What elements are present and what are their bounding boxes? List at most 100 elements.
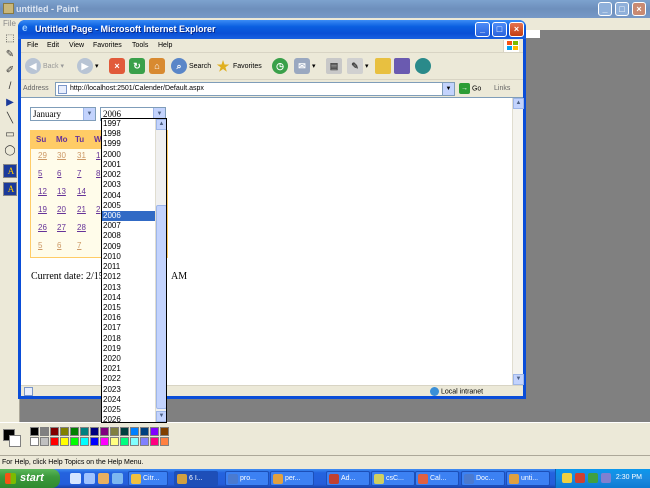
calendar-day[interactable]: 21: [77, 205, 95, 214]
month-dropdown-arrow-icon[interactable]: ▼: [83, 108, 95, 120]
free-select-tool-icon[interactable]: ⬚: [3, 32, 17, 46]
palette-color-swatch[interactable]: [150, 427, 159, 436]
edit-button[interactable]: ✎ ▾: [347, 57, 368, 76]
ie-minimize-button[interactable]: _: [475, 22, 490, 37]
address-dropdown-icon[interactable]: ▼: [442, 83, 454, 95]
menu-tools[interactable]: Tools: [132, 42, 148, 49]
year-option[interactable]: 2005: [102, 201, 156, 211]
messenger-button[interactable]: [415, 57, 431, 76]
year-option[interactable]: 1997: [102, 119, 156, 129]
taskbar-button[interactable]: unti...: [506, 471, 550, 486]
palette-color-swatch[interactable]: [90, 427, 99, 436]
calendar-day[interactable]: 19: [38, 205, 56, 214]
month-select[interactable]: January ▼: [30, 107, 96, 121]
taskbar-button[interactable]: Cal...: [415, 471, 459, 486]
start-button[interactable]: start: [0, 469, 60, 488]
forward-button[interactable]: ▶ ▾: [77, 57, 98, 76]
print-button[interactable]: ▤: [326, 57, 342, 76]
taskbar-button[interactable]: 6 I...: [174, 471, 218, 486]
year-option[interactable]: 2009: [102, 242, 156, 252]
calendar-day[interactable]: 7: [77, 241, 95, 250]
calendar-day[interactable]: 6: [57, 169, 75, 178]
home-button[interactable]: ⌂: [149, 57, 165, 76]
year-option[interactable]: 2004: [102, 191, 156, 201]
year-option[interactable]: 2017: [102, 323, 156, 333]
year-option[interactable]: 2025: [102, 405, 156, 415]
calendar-day[interactable]: 20: [57, 205, 75, 214]
address-input[interactable]: http://localhost:2501/Calender/Default.a…: [55, 82, 455, 96]
year-option[interactable]: 2006: [102, 210, 156, 222]
year-option[interactable]: 2008: [102, 231, 156, 241]
year-scroll-down-arrow-icon[interactable]: ▼: [156, 411, 166, 422]
scroll-up-arrow-icon[interactable]: ▲: [513, 98, 524, 109]
quicklaunch-desktop-icon[interactable]: [84, 473, 95, 484]
year-option[interactable]: 2015: [102, 303, 156, 313]
palette-color-swatch[interactable]: [110, 437, 119, 446]
palette-color-swatch[interactable]: [100, 427, 109, 436]
palette-color-swatch[interactable]: [150, 437, 159, 446]
palette-color-swatch[interactable]: [120, 437, 129, 446]
year-option[interactable]: 2002: [102, 170, 156, 180]
palette-color-swatch[interactable]: [160, 427, 169, 436]
text-option-icon[interactable]: A: [3, 182, 17, 196]
year-option[interactable]: 2007: [102, 221, 156, 231]
calendar-day[interactable]: 28: [77, 223, 95, 232]
year-option[interactable]: 2000: [102, 150, 156, 160]
calendar-day[interactable]: 7: [77, 169, 95, 178]
calendar-day[interactable]: 12: [38, 187, 56, 196]
year-option[interactable]: 2013: [102, 283, 156, 293]
palette-color-swatch[interactable]: [30, 437, 39, 446]
palette-color-swatch[interactable]: [90, 437, 99, 446]
quicklaunch-media-icon[interactable]: [98, 473, 109, 484]
paint-minimize-button[interactable]: _: [598, 2, 612, 16]
rectangle-tool-icon[interactable]: ▭: [3, 128, 17, 142]
research-button[interactable]: [394, 57, 410, 76]
taskbar-button[interactable]: csC...: [371, 471, 415, 486]
year-option[interactable]: 2020: [102, 354, 156, 364]
fill-tool-icon[interactable]: ▶: [3, 96, 17, 110]
calendar-day[interactable]: 27: [57, 223, 75, 232]
calendar-day[interactable]: 5: [38, 241, 56, 250]
background-color-swatch[interactable]: [9, 435, 21, 447]
palette-color-swatch[interactable]: [110, 427, 119, 436]
links-toolbar[interactable]: Links: [494, 85, 510, 92]
taskbar-button[interactable]: Citr...: [128, 471, 168, 486]
taskbar-button[interactable]: Doc...: [461, 471, 505, 486]
year-option[interactable]: 2022: [102, 374, 156, 384]
clock[interactable]: 2:30 PM: [616, 474, 642, 481]
year-option[interactable]: 2010: [102, 252, 156, 262]
palette-color-swatch[interactable]: [30, 427, 39, 436]
menu-file[interactable]: File: [27, 42, 38, 49]
calendar-day[interactable]: 13: [57, 187, 75, 196]
palette-color-swatch[interactable]: [160, 437, 169, 446]
year-option[interactable]: 2021: [102, 364, 156, 374]
palette-color-swatch[interactable]: [40, 437, 49, 446]
tray-icon-3[interactable]: [588, 473, 598, 483]
favorites-button[interactable]: ★ Favorites: [215, 57, 262, 76]
year-option[interactable]: 2012: [102, 272, 156, 282]
year-option[interactable]: 2018: [102, 334, 156, 344]
line-tool-icon[interactable]: ╲: [3, 112, 17, 126]
palette-color-swatch[interactable]: [40, 427, 49, 436]
back-button[interactable]: ◀ Back ▾: [25, 57, 64, 76]
year-option[interactable]: 2003: [102, 180, 156, 190]
discuss-button[interactable]: [375, 57, 391, 76]
year-option[interactable]: 2011: [102, 262, 156, 272]
ie-maximize-button[interactable]: □: [492, 22, 507, 37]
scroll-down-arrow-icon[interactable]: ▼: [513, 374, 524, 385]
year-option[interactable]: 2014: [102, 293, 156, 303]
quicklaunch-ie-icon[interactable]: [70, 473, 81, 484]
year-list-scrollbar[interactable]: ▲ ▼: [155, 119, 166, 422]
year-scroll-up-arrow-icon[interactable]: ▲: [156, 119, 166, 130]
year-option[interactable]: 1998: [102, 129, 156, 139]
calendar-day[interactable]: 31: [77, 151, 95, 160]
palette-color-swatch[interactable]: [80, 427, 89, 436]
stop-button[interactable]: ×: [109, 57, 125, 76]
palette-color-swatch[interactable]: [140, 437, 149, 446]
calendar-day[interactable]: 5: [38, 169, 56, 178]
palette-color-swatch[interactable]: [130, 427, 139, 436]
color-picker-tool-icon[interactable]: ✐: [3, 64, 17, 78]
year-option[interactable]: 2023: [102, 385, 156, 395]
year-option[interactable]: 2001: [102, 160, 156, 170]
palette-color-swatch[interactable]: [60, 437, 69, 446]
